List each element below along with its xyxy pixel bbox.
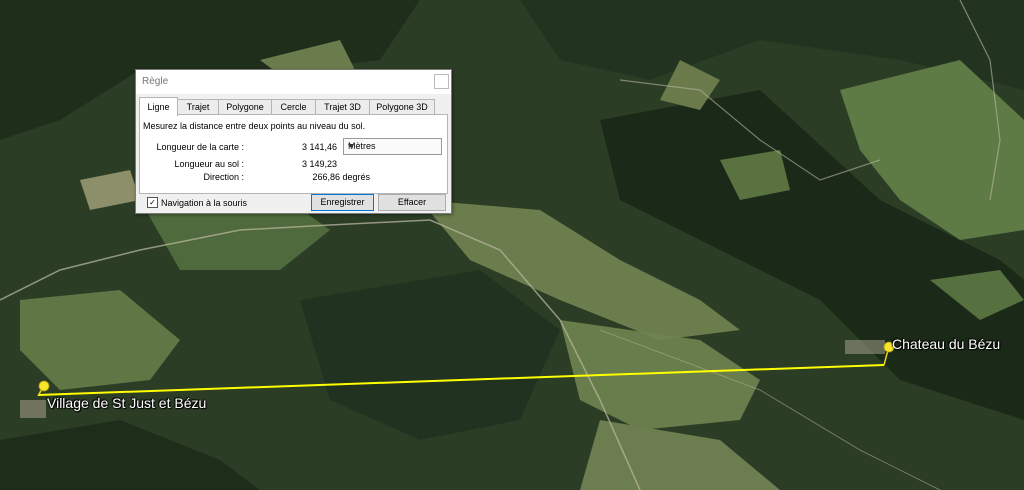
description-text: Mesurez la distance entre deux points au…	[143, 121, 366, 131]
ground-length-label: Longueur au sol :	[174, 159, 244, 169]
tab-ligne[interactable]: Ligne	[139, 97, 178, 116]
tab-trajet[interactable]: Trajet	[177, 99, 219, 115]
close-icon[interactable]	[434, 74, 449, 89]
dialog-titlebar[interactable]: Règle	[136, 70, 451, 94]
placemark-label[interactable]: Village de St Just et Bézu	[47, 395, 206, 411]
tab-cercle[interactable]: Cercle	[271, 99, 316, 115]
tab-polygone[interactable]: Polygone	[218, 99, 272, 115]
dialog-title: Règle	[142, 76, 169, 87]
map-length-label: Longueur de la carte :	[156, 142, 244, 152]
ruler-dialog: Règle Ligne Trajet Polygone Cercle Traje…	[135, 69, 452, 214]
ground-length-value: 3 149,23	[301, 159, 337, 169]
save-button[interactable]: Enregistrer	[311, 194, 374, 211]
tab-trajet-3d[interactable]: Trajet 3D	[315, 99, 370, 115]
mouse-navigation-checkbox[interactable]: ✓	[147, 197, 158, 208]
unit-select[interactable]: Mètres	[343, 138, 442, 155]
ligne-panel: Mesurez la distance entre deux points au…	[139, 114, 448, 194]
direction-value: 266,86 degrés	[312, 172, 370, 182]
placemark-label[interactable]: Chateau du Bézu	[892, 336, 1000, 352]
chevron-down-icon	[348, 144, 354, 148]
clear-button[interactable]: Effacer	[378, 194, 446, 211]
map-length-value: 3 141,46	[301, 142, 337, 152]
tab-polygone-3d[interactable]: Polygone 3D	[369, 99, 435, 115]
direction-label: Direction :	[203, 172, 244, 182]
mouse-navigation-label: Navigation à la souris	[161, 198, 248, 208]
